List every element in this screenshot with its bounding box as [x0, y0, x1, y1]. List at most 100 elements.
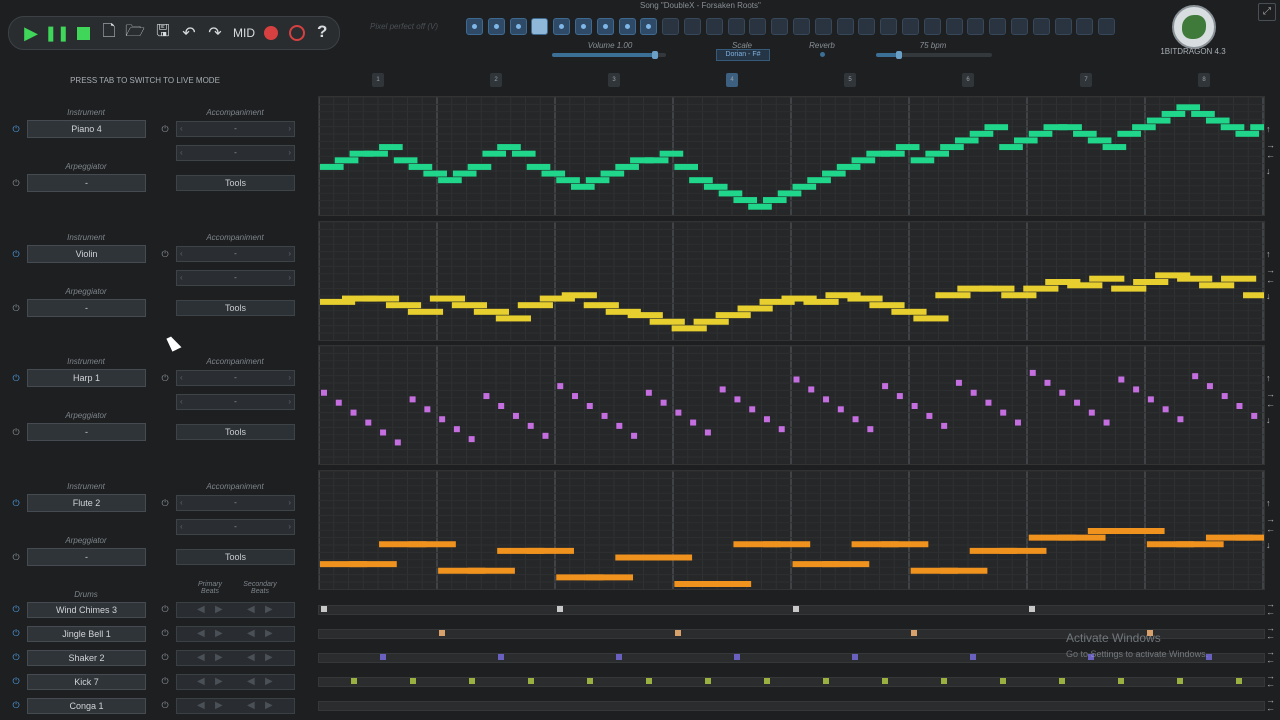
beats-selector[interactable]: ◀ ▶ ◀ ▶	[176, 650, 295, 666]
drum-hit[interactable]	[881, 678, 888, 684]
tools-button[interactable]: Tools	[176, 548, 295, 565]
pattern-slot[interactable]	[509, 18, 527, 35]
measure-marker[interactable]: 4	[726, 73, 738, 87]
pattern-slot[interactable]	[1032, 18, 1050, 35]
power-icon[interactable]: ⏻	[11, 178, 21, 188]
drum-hit[interactable]	[793, 606, 799, 612]
piano-roll[interactable]	[318, 345, 1265, 465]
pattern-slot[interactable]	[553, 18, 571, 35]
arrow-left-icon[interactable]: ←	[1266, 680, 1278, 689]
power-icon[interactable]: ⏻	[11, 552, 21, 562]
pattern-slot[interactable]	[596, 18, 614, 35]
drum-track[interactable]	[318, 701, 1265, 711]
arrow-up-icon[interactable]: ↑	[1266, 249, 1278, 259]
power-icon[interactable]: ⏻	[160, 604, 170, 614]
arrow-left-icon[interactable]: ←	[1266, 656, 1278, 665]
drum-hit[interactable]	[734, 654, 740, 660]
instrument-select[interactable]: Flute 2	[27, 493, 146, 512]
drum-hit[interactable]	[704, 678, 711, 684]
drum-hit[interactable]	[852, 654, 858, 660]
tempo-slider[interactable]	[876, 51, 992, 59]
drum-arrows[interactable]: → ←	[1266, 648, 1278, 665]
drum-arrows[interactable]: → ←	[1266, 600, 1278, 617]
arrow-left-icon[interactable]: ←	[1266, 399, 1278, 409]
drum-hit[interactable]	[1029, 606, 1035, 612]
drum-hit[interactable]	[468, 678, 475, 684]
drum-hit[interactable]	[616, 654, 622, 660]
pattern-slot[interactable]	[575, 18, 592, 35]
drum-arrows[interactable]: → ←	[1266, 672, 1278, 689]
drum-arrows[interactable]: → ←	[1266, 624, 1278, 641]
roll-arrows[interactable]: ↑ → ← ↓	[1266, 124, 1278, 176]
beats-selector[interactable]: ◀ ▶ ◀ ▶	[176, 602, 295, 618]
power-icon[interactable]: ⏻	[160, 652, 170, 662]
drum-hit[interactable]	[439, 630, 445, 636]
loop-record-icon[interactable]	[287, 23, 307, 43]
beats-selector[interactable]: ◀ ▶ ◀ ▶	[176, 698, 295, 714]
piano-roll[interactable]	[318, 220, 1265, 341]
measure-marker[interactable]: 5	[844, 73, 856, 87]
accompaniment-select-1[interactable]: ‹ - ›	[176, 245, 295, 262]
drum-track[interactable]	[318, 677, 1265, 687]
arpeggiator-select[interactable]: -	[27, 174, 146, 192]
pattern-slot[interactable]	[793, 18, 810, 35]
scale-select[interactable]: Dorian - F#	[716, 49, 770, 61]
pattern-slot[interactable]	[814, 18, 832, 35]
power-icon[interactable]: ⏻	[11, 124, 21, 134]
arrow-left-icon[interactable]: ←	[1266, 150, 1278, 160]
pattern-slot[interactable]	[662, 18, 680, 35]
volume-slider[interactable]	[552, 51, 666, 59]
arrow-down-icon[interactable]: ↓	[1266, 291, 1278, 301]
arrow-right-icon[interactable]: →	[1266, 140, 1278, 150]
pattern-slot[interactable]	[967, 18, 985, 35]
drum-select[interactable]: Kick 7	[27, 674, 146, 690]
power-icon[interactable]: ⏻	[11, 676, 21, 686]
drum-hit[interactable]	[911, 630, 917, 636]
play-icon[interactable]: ▶	[21, 23, 41, 43]
drum-hit[interactable]	[822, 678, 829, 684]
roll-arrows[interactable]: ↑ → ← ↓	[1266, 373, 1278, 425]
drum-hit[interactable]	[380, 654, 386, 660]
drum-hit[interactable]	[970, 654, 976, 660]
measure-marker[interactable]: 7	[1080, 73, 1092, 87]
tools-button[interactable]: Tools	[176, 299, 295, 316]
arrow-right-icon[interactable]: →	[1266, 389, 1278, 399]
tools-button[interactable]: Tools	[176, 424, 295, 440]
drum-track[interactable]	[318, 605, 1265, 615]
arrow-left-icon[interactable]: ←	[1266, 704, 1278, 713]
power-icon[interactable]: ⏻	[11, 498, 21, 508]
power-icon[interactable]: ⏻	[160, 249, 170, 259]
instrument-select[interactable]: Harp 1	[27, 369, 146, 387]
pattern-slot[interactable]	[1011, 18, 1028, 35]
drum-hit[interactable]	[409, 678, 416, 684]
drum-hit[interactable]	[1058, 678, 1065, 684]
save-icon[interactable]: 🖫	[153, 23, 173, 43]
drum-hit[interactable]	[645, 678, 652, 684]
drum-select[interactable]: Conga 1	[27, 698, 146, 714]
measure-marker[interactable]: 8	[1198, 73, 1210, 87]
beats-selector[interactable]: ◀ ▶ ◀ ▶	[176, 626, 295, 642]
drum-hit[interactable]	[999, 678, 1006, 684]
power-icon[interactable]: ⏻	[11, 373, 21, 383]
accompaniment-select-2[interactable]: ‹ - ›	[176, 394, 295, 410]
arpeggiator-select[interactable]: -	[27, 547, 146, 566]
power-icon[interactable]: ⏻	[11, 427, 21, 437]
drum-hit[interactable]	[498, 654, 504, 660]
drum-hit[interactable]	[586, 678, 593, 684]
instrument-select[interactable]: Piano 4	[27, 120, 146, 138]
pattern-slot[interactable]	[487, 18, 505, 35]
power-icon[interactable]: ⏻	[11, 604, 21, 614]
accompaniment-select-2[interactable]: ‹ - ›	[176, 269, 295, 286]
pattern-slot[interactable]	[1076, 18, 1094, 35]
arrow-left-icon[interactable]: ←	[1266, 608, 1278, 617]
drum-select[interactable]: Wind Chimes 3	[27, 602, 146, 618]
arrow-up-icon[interactable]: ↑	[1266, 498, 1278, 508]
accompaniment-select-1[interactable]: ‹ - ›	[176, 121, 295, 137]
power-icon[interactable]: ⏻	[160, 373, 170, 383]
drum-select[interactable]: Jingle Bell 1	[27, 626, 146, 642]
arpeggiator-select[interactable]: -	[27, 298, 146, 317]
beats-selector[interactable]: ◀ ▶ ◀ ▶	[176, 674, 295, 690]
arrow-up-icon[interactable]: ↑	[1266, 373, 1278, 383]
measure-marker[interactable]: 3	[608, 73, 620, 87]
power-icon[interactable]: ⏻	[11, 652, 21, 662]
